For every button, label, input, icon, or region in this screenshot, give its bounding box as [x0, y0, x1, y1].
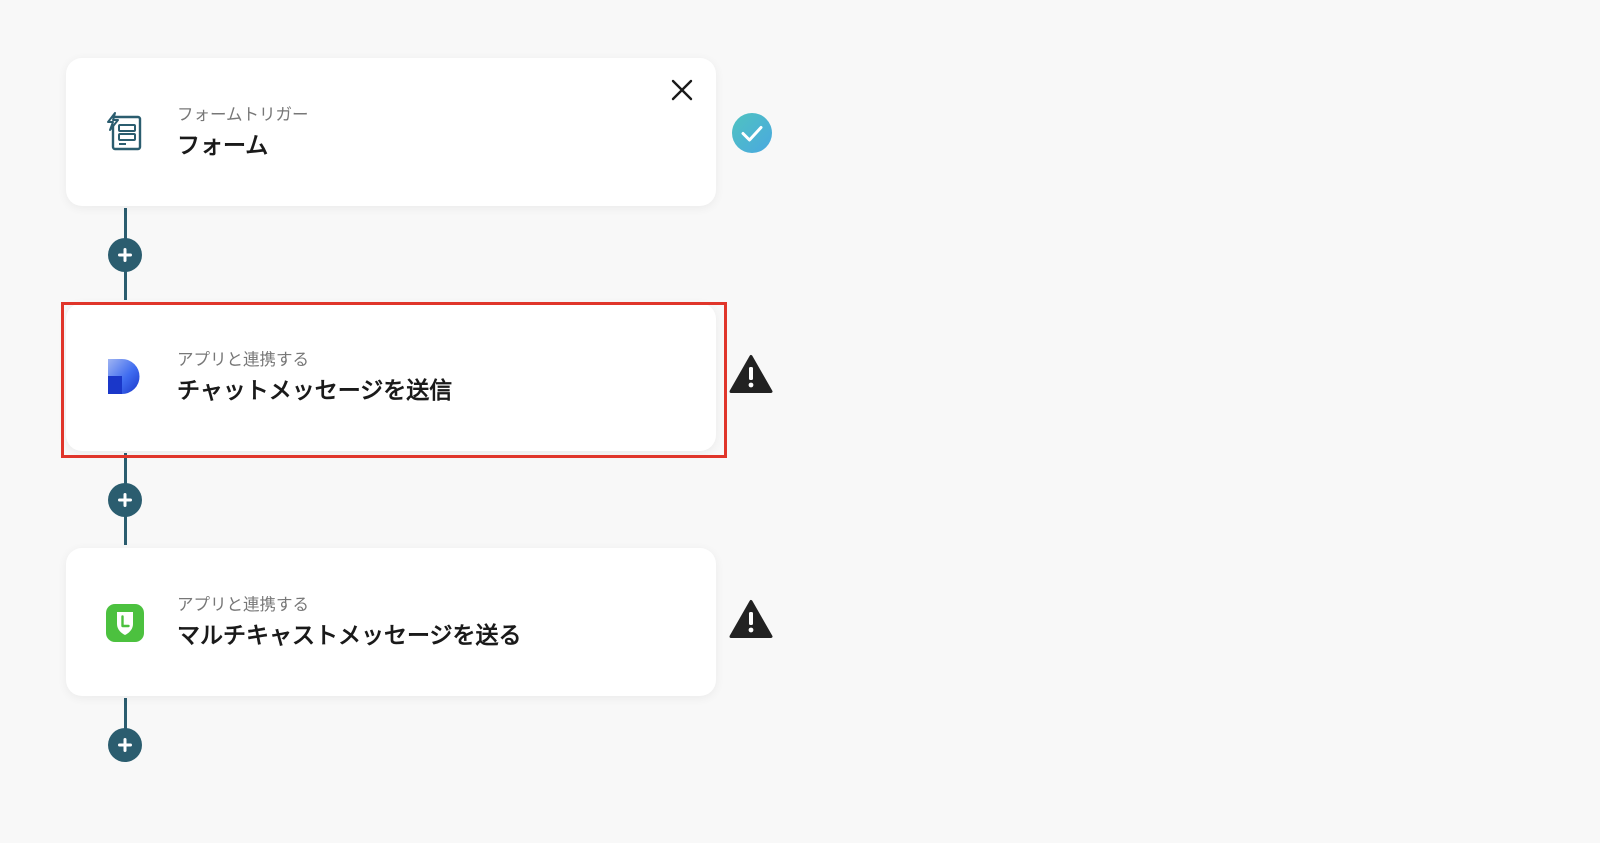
form-trigger-icon — [104, 111, 146, 153]
step-card-multicast-message[interactable]: アプリと連携する マルチキャストメッセージを送る — [66, 548, 716, 696]
step-title: チャットメッセージを送信 — [177, 378, 453, 404]
close-icon[interactable] — [670, 78, 694, 102]
plus-icon — [118, 738, 132, 752]
step-card-chat-message[interactable]: アプリと連携する チャットメッセージを送信 — [66, 303, 716, 451]
add-step-button[interactable] — [108, 483, 142, 517]
plus-icon — [118, 493, 132, 507]
check-circle-icon — [731, 112, 773, 154]
add-step-button[interactable] — [108, 728, 142, 762]
line-app-logo-icon — [104, 601, 146, 643]
step-subtitle: フォームトリガー — [177, 105, 309, 124]
step-subtitle: アプリと連携する — [177, 350, 309, 369]
chat-app-logo-icon — [104, 356, 146, 398]
plus-icon — [118, 248, 132, 262]
warning-icon — [729, 599, 773, 639]
add-step-button[interactable] — [108, 238, 142, 272]
step-card-form-trigger[interactable]: フォームトリガー フォーム — [66, 58, 716, 206]
warning-icon — [729, 354, 773, 394]
step-title: フォーム — [177, 133, 269, 159]
step-title: マルチキャストメッセージを送る — [177, 623, 522, 649]
step-subtitle: アプリと連携する — [177, 595, 309, 614]
